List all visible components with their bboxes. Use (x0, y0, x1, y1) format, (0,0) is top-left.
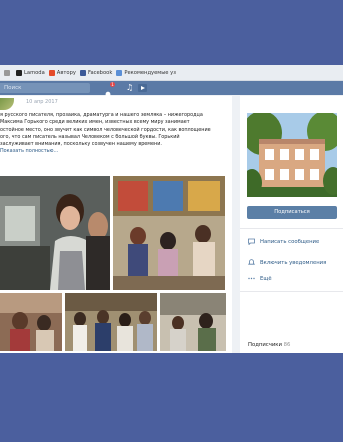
post-date[interactable]: 10 апр 2017 (26, 99, 58, 105)
post-text: я русского писателя, прозаика, драматург… (0, 112, 228, 156)
subscribe-button[interactable]: Подписаться (247, 206, 337, 219)
bell-icon (247, 259, 256, 266)
facebook-icon (79, 69, 86, 76)
music-icon[interactable]: ♫ (126, 83, 133, 93)
browser-screenshot: Lamoda Автору Facebook Рекомендуемые уз … (0, 65, 343, 353)
followers-label: Подписчики (248, 342, 282, 348)
write-message-action[interactable]: Написать сообщение (248, 238, 319, 246)
wall-post: 10 апр 2017 я русского писателя, прозаик… (0, 96, 232, 353)
post-text-line: заслуживает внимания, поскольку созвучен… (0, 141, 162, 148)
search-input[interactable]: Поиск (0, 83, 90, 93)
post-photo[interactable] (65, 293, 157, 351)
message-icon (248, 238, 255, 246)
post-text-line: Максима Горького среди великих имен, изв… (0, 119, 190, 126)
bookmark-avtoru[interactable]: Автору (48, 69, 76, 76)
followers-title[interactable]: Подписчики 86 (248, 342, 290, 348)
community-sidebar: Подписаться Написать сообщение Включить … (240, 96, 343, 353)
post-text-line: ого, что сам писатель называл Человеком … (0, 133, 180, 140)
post-author-avatar[interactable] (0, 98, 14, 110)
post-photo[interactable] (0, 293, 62, 351)
show-more-link[interactable]: Показать полностью... (0, 148, 228, 155)
post-photo[interactable] (113, 176, 225, 290)
site-header: Поиск 1 ♫ (0, 81, 343, 99)
followers-count: 86 (283, 342, 291, 348)
more-icon (248, 275, 255, 282)
community-cover-photo[interactable] (247, 113, 337, 197)
more-action[interactable]: Ещё (248, 275, 272, 282)
recommended-icon (116, 69, 123, 76)
post-photo[interactable] (0, 176, 110, 290)
post-photo[interactable] (160, 293, 226, 351)
post-text-line: я русского писателя, прозаика, драматург… (0, 112, 203, 118)
bookmark-item[interactable] (4, 69, 12, 76)
notifications-badge: 1 (110, 82, 115, 87)
bookmark-recommended[interactable]: Рекомендуемые уз (116, 69, 176, 76)
enable-notifications-action[interactable]: Включить уведомления (247, 259, 326, 266)
play-icon[interactable] (138, 84, 147, 92)
avtoru-icon (48, 69, 55, 76)
page-icon (4, 69, 10, 76)
post-text-line: остойное место, оно звучит как символ че… (0, 126, 211, 133)
bookmark-facebook[interactable]: Facebook (79, 69, 112, 76)
bookmark-lamoda[interactable]: Lamoda (16, 69, 45, 76)
lamoda-icon (16, 69, 22, 76)
bookmarks-bar: Lamoda Автору Facebook Рекомендуемые уз (0, 65, 343, 81)
divider (240, 291, 343, 292)
divider (240, 228, 343, 229)
